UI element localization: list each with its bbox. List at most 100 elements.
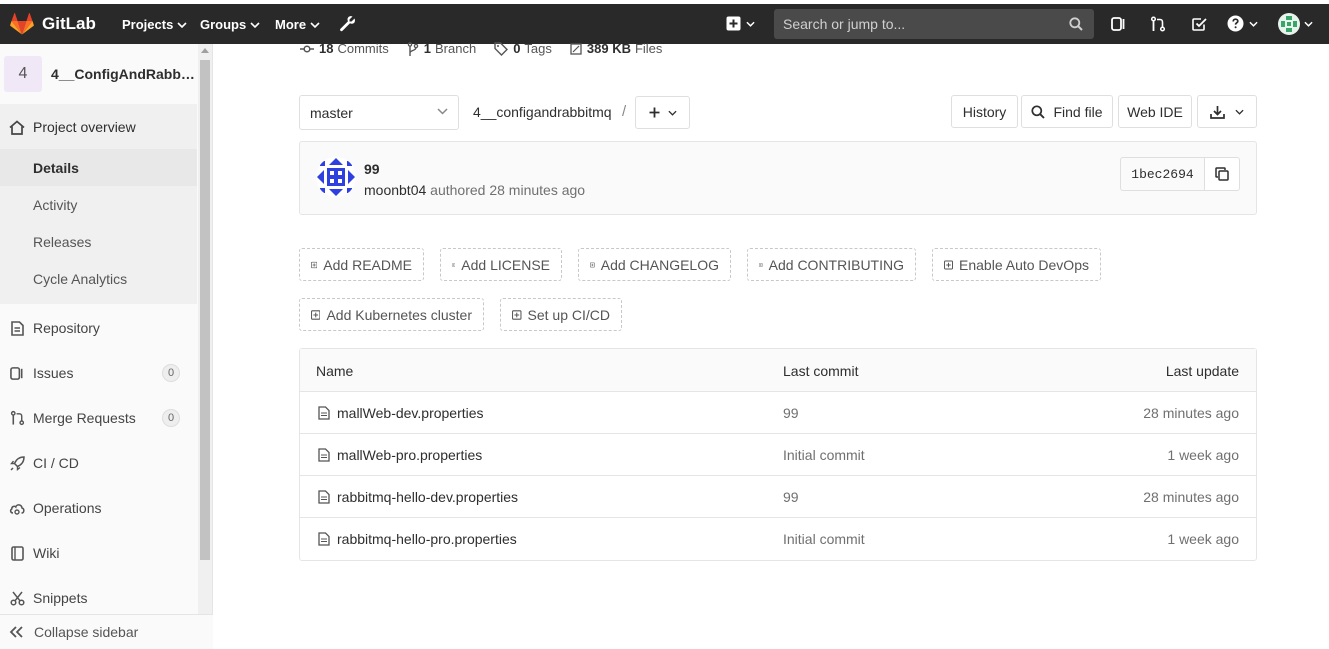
table-row[interactable]: rabbitmq-hello-pro.properties Initial co… — [300, 518, 1256, 560]
tag-icon — [494, 41, 509, 56]
sidebar-subitem-details[interactable]: Details — [0, 149, 197, 186]
project-avatar: 4 — [4, 56, 42, 92]
add-contributing-button[interactable]: Add CONTRIBUTING — [747, 248, 916, 281]
sidebar-item-repository[interactable]: Repository — [0, 310, 197, 346]
file-last-update: 28 minutes ago — [1143, 489, 1239, 505]
chevron-down-icon — [667, 110, 677, 116]
plus-square-icon — [452, 262, 456, 267]
enable-auto-devops-button[interactable]: Enable Auto DevOps — [932, 248, 1101, 281]
tags-stat[interactable]: 0 Tags — [494, 41, 552, 56]
file-last-commit-link[interactable]: Initial commit — [783, 531, 865, 547]
repo-path-link[interactable]: 4__configandrabbitmq — [473, 104, 612, 120]
commit-icon — [300, 44, 314, 53]
file-link[interactable]: rabbitmq-hello-pro.properties — [318, 531, 517, 547]
sidebar-item-label: Repository — [33, 320, 100, 336]
commit-author-link[interactable]: moonbt04 — [364, 182, 426, 198]
sidebar-item-merge-requests[interactable]: Merge Requests 0 — [0, 400, 197, 436]
new-item-dropdown[interactable] — [726, 16, 755, 31]
add-to-tree-dropdown[interactable] — [635, 96, 690, 129]
add-kubernetes-cluster-button[interactable]: Add Kubernetes cluster — [299, 298, 484, 331]
file-link[interactable]: mallWeb-pro.properties — [318, 447, 482, 463]
issues-nav-icon[interactable] — [1111, 16, 1127, 32]
add-license-label: Add LICENSE — [461, 256, 550, 273]
search-input[interactable] — [783, 16, 1063, 32]
search-box[interactable] — [774, 9, 1094, 39]
commit-title-link[interactable]: 99 — [364, 161, 380, 177]
project-name: 4__ConfigAndRabbitMQ — [51, 66, 197, 82]
commit-authored-time: authored 28 minutes ago — [430, 182, 586, 198]
copy-sha-button[interactable] — [1204, 157, 1240, 191]
disk-icon — [570, 42, 582, 55]
add-readme-button[interactable]: Add README — [299, 248, 424, 281]
sidebar-context-header[interactable]: 4 4__ConfigAndRabbitMQ — [4, 56, 197, 92]
download-icon — [1210, 105, 1225, 119]
project-stats: 18 Commits 1 Branch 0 Tags 389 KB Files — [300, 41, 680, 56]
branch-label: Branch — [434, 41, 477, 56]
sidebar-scrollbar[interactable] — [198, 44, 212, 614]
add-changelog-label: Add CHANGELOG — [600, 256, 719, 273]
todos-nav-icon[interactable] — [1191, 16, 1207, 32]
plus-square-icon — [311, 309, 321, 320]
groups-dropdown[interactable]: Groups — [200, 17, 260, 32]
table-row[interactable]: mallWeb-pro.properties Initial commit 1 … — [300, 434, 1256, 476]
more-label: More — [275, 17, 307, 32]
admin-wrench-icon[interactable] — [339, 15, 356, 32]
sidebar-item-project-overview[interactable]: Project overview — [0, 109, 197, 145]
commit-author-avatar[interactable] — [316, 157, 356, 197]
issues-icon — [9, 365, 25, 381]
sidebar-item-label: CI / CD — [33, 455, 79, 471]
gitlab-home-link[interactable]: GitLab — [10, 13, 96, 35]
sidebar-item-issues[interactable]: Issues 0 — [0, 355, 197, 391]
download-dropdown[interactable] — [1197, 95, 1257, 128]
sidebar-item-ci-cd[interactable]: CI / CD — [0, 445, 197, 481]
file-link[interactable]: rabbitmq-hello-dev.properties — [318, 489, 518, 505]
table-row[interactable]: rabbitmq-hello-dev.properties 99 28 minu… — [300, 476, 1256, 518]
file-name: rabbitmq-hello-dev.properties — [337, 489, 519, 505]
projects-dropdown[interactable]: Projects — [122, 17, 187, 32]
commit-sha-label[interactable]: 1bec2694 — [1120, 157, 1204, 191]
sidebar-subitem-releases[interactable]: Releases — [33, 234, 91, 250]
column-header-last-commit: Last commit — [783, 363, 859, 379]
setup-cicd-button[interactable]: Set up CI/CD — [500, 298, 622, 331]
add-license-button[interactable]: Add LICENSE — [440, 248, 562, 281]
repository-icon — [9, 320, 25, 336]
user-menu-dropdown[interactable] — [1278, 13, 1313, 35]
branch-count: 1 — [423, 41, 431, 56]
files-stat: 389 KB Files — [570, 41, 662, 56]
chevron-down-icon — [250, 21, 260, 28]
branch-selector[interactable]: master — [299, 95, 459, 130]
web-ide-button[interactable]: Web IDE — [1118, 95, 1192, 128]
sidebar-subitem-cycle-analytics[interactable]: Cycle Analytics — [33, 271, 127, 287]
sidebar-item-operations[interactable]: Operations — [0, 490, 197, 526]
sidebar-item-label: Wiki — [33, 545, 60, 561]
branches-stat[interactable]: 1 Branch — [407, 41, 476, 56]
commit-meta: moonbt04 authored 28 minutes ago — [364, 182, 585, 198]
table-row[interactable]: mallWeb-dev.properties 99 28 minutes ago — [300, 392, 1256, 434]
copy-icon — [1215, 167, 1229, 181]
file-link[interactable]: mallWeb-dev.properties — [318, 405, 484, 421]
commits-label: Commits — [337, 41, 389, 56]
file-last-commit-link[interactable]: 99 — [783, 489, 799, 505]
sidebar-item-wiki[interactable]: Wiki — [0, 535, 197, 571]
scrollbar-thumb[interactable] — [200, 60, 210, 560]
branch-name: master — [310, 104, 353, 121]
tags-count: 0 — [513, 41, 521, 56]
collapse-sidebar-button[interactable]: Collapse sidebar — [0, 614, 213, 649]
plus-square-icon — [759, 262, 763, 267]
help-dropdown[interactable] — [1227, 15, 1258, 32]
merge-requests-nav-icon[interactable] — [1150, 16, 1166, 32]
scroll-up-arrow[interactable] — [201, 48, 209, 53]
more-dropdown[interactable]: More — [275, 17, 320, 32]
find-file-label: Find file — [1053, 103, 1103, 120]
find-file-button[interactable]: Find file — [1021, 95, 1113, 128]
add-changelog-button[interactable]: Add CHANGELOG — [578, 248, 731, 281]
sidebar-item-snippets[interactable]: Snippets — [0, 580, 197, 616]
setup-cicd-label: Set up CI/CD — [527, 306, 610, 323]
file-last-commit-link[interactable]: 99 — [783, 405, 799, 421]
add-readme-label: Add README — [323, 256, 412, 273]
commits-stat[interactable]: 18 Commits — [300, 41, 389, 56]
sidebar-subitem-activity[interactable]: Activity — [33, 197, 77, 213]
file-last-commit-link[interactable]: Initial commit — [783, 447, 865, 463]
plus-square-icon — [512, 309, 522, 320]
history-button[interactable]: History — [951, 95, 1018, 128]
